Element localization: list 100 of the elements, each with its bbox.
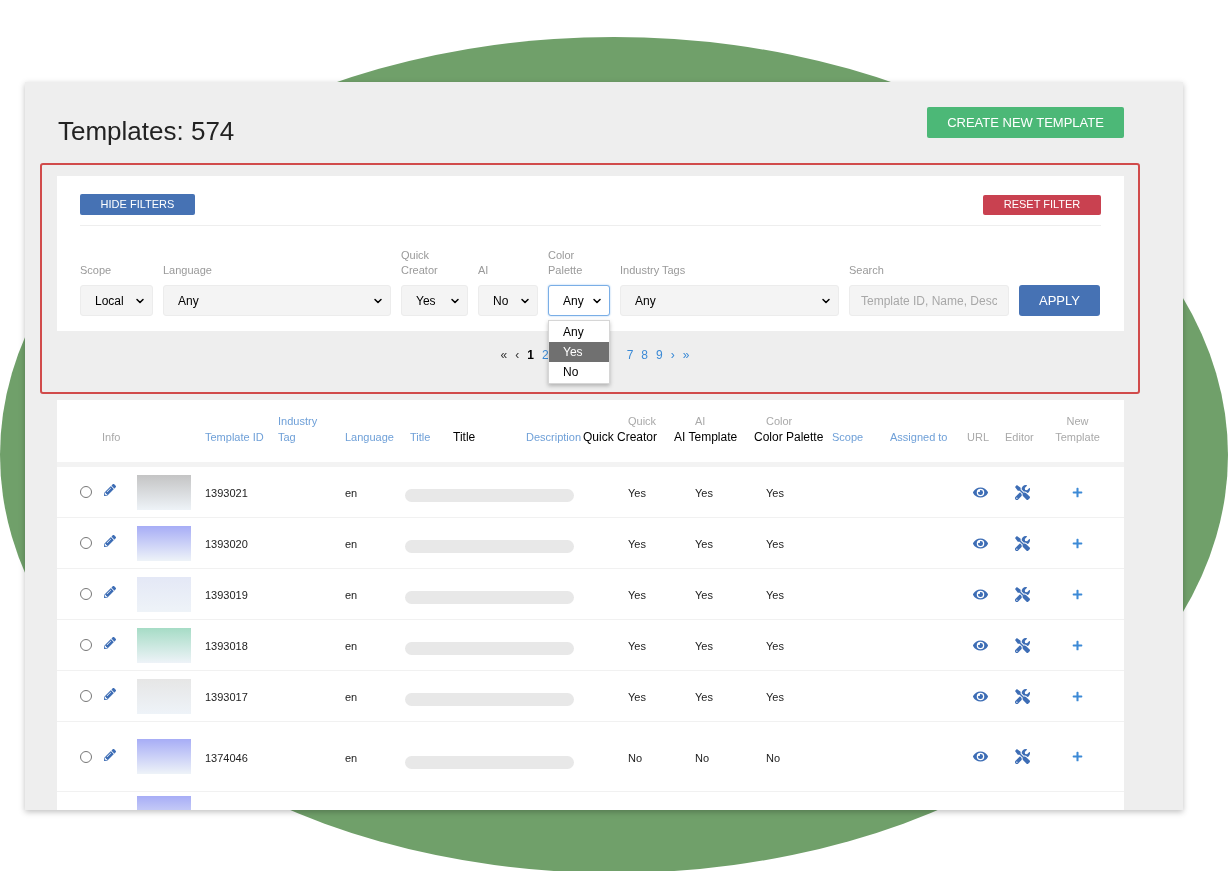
column-header[interactable]: Title (402, 429, 445, 445)
plus-icon[interactable] (1072, 751, 1083, 762)
filter-label: Quick Creator (401, 248, 439, 278)
column-header: URL (966, 430, 990, 445)
plus-icon[interactable] (1072, 537, 1083, 549)
select-field[interactable]: Any (620, 285, 839, 316)
pencil-icon[interactable] (104, 586, 116, 598)
radio-button[interactable] (80, 537, 92, 549)
pencil-icon[interactable] (104, 535, 116, 547)
color-palette-cell: Yes (766, 691, 784, 703)
dropdown-option[interactable]: Any (549, 322, 609, 342)
tools-icon[interactable] (1015, 535, 1030, 551)
column-header: Quick Creator (583, 429, 659, 445)
language-cell: en (345, 589, 358, 601)
page-link[interactable]: 8 (641, 346, 649, 364)
search-field[interactable]: Template ID, Name, Desc (849, 285, 1009, 316)
template-id: 1393019 (205, 589, 248, 601)
dropdown-option[interactable]: No (549, 362, 609, 382)
ai-template-cell: Yes (695, 538, 713, 550)
page-link[interactable]: 7 (626, 346, 634, 364)
tools-icon[interactable] (1015, 749, 1030, 764)
quick-creator-cell: No (628, 751, 643, 764)
column-header: AI Template (673, 429, 739, 445)
ai-template-cell: No (695, 751, 710, 764)
column-header: AI (694, 414, 707, 429)
language-cell: en (345, 487, 358, 499)
select-field[interactable]: Yes (401, 285, 468, 316)
tools-icon[interactable] (1015, 637, 1030, 653)
color-palette-cell: Yes (766, 589, 784, 601)
plus-icon[interactable] (1072, 690, 1083, 702)
quick-creator-cell: Yes (628, 691, 646, 703)
select-field[interactable]: Local (80, 285, 153, 316)
filter-label: Color Palette (548, 248, 584, 278)
page-link[interactable]: » (682, 346, 690, 364)
filter-label: Language (163, 263, 213, 278)
tools-icon[interactable] (1015, 586, 1030, 602)
column-header: Title (452, 429, 477, 445)
column-header: Quick (627, 414, 658, 429)
eye-icon[interactable] (972, 749, 988, 764)
quick-creator-cell: Yes (628, 538, 646, 550)
page-link[interactable]: 1 (527, 346, 534, 364)
column-header[interactable]: Description (518, 429, 583, 445)
language-cell: en (345, 640, 358, 652)
filter-label: Industry Tags (620, 263, 687, 278)
column-header: New Template (1054, 414, 1101, 445)
color-palette-cell: Yes (766, 538, 784, 550)
ai-template-cell: Yes (695, 589, 713, 601)
language-cell: en (345, 691, 358, 703)
pencil-icon[interactable] (104, 484, 116, 496)
filter-label: Search (849, 263, 885, 278)
select-field[interactable]: No (478, 285, 538, 316)
column-header[interactable]: Scope (830, 429, 885, 445)
radio-button[interactable] (80, 639, 92, 651)
ai-template-cell: Yes (695, 691, 713, 703)
pencil-icon[interactable] (104, 688, 116, 700)
filter-label: AI (478, 263, 490, 278)
dropdown-option[interactable]: Yes (549, 342, 609, 362)
page-link[interactable]: › (670, 346, 675, 364)
plus-icon[interactable] (1072, 588, 1083, 600)
language-cell: en (345, 538, 358, 550)
color-palette-cell: Yes (766, 640, 784, 652)
column-header: Color Palette (753, 429, 825, 445)
radio-button[interactable] (80, 750, 92, 763)
radio-button[interactable] (80, 690, 92, 702)
select-field[interactable]: Any (163, 285, 391, 316)
apply-button[interactable]: APPLY (1019, 285, 1100, 316)
plus-icon[interactable] (1072, 486, 1083, 498)
select-field[interactable]: Any (548, 285, 610, 316)
tools-icon[interactable] (1015, 484, 1030, 500)
template-id: 1393020 (205, 538, 248, 550)
column-header[interactable]: Template ID (197, 429, 270, 445)
ai-template-cell: Yes (695, 487, 713, 499)
reset-filter-button[interactable]: RESET FILTER (983, 194, 1101, 215)
pencil-icon[interactable] (104, 748, 116, 761)
hide-filters-button[interactable]: HIDE FILTERS (80, 194, 195, 215)
template-id: 1393021 (205, 487, 248, 499)
ai-template-cell: Yes (695, 640, 713, 652)
language-cell: en (345, 751, 358, 764)
template-id: 1374046 (205, 751, 248, 764)
quick-creator-cell: Yes (628, 487, 646, 499)
page-link[interactable]: 2 (541, 346, 549, 364)
page-title: Templates: 574 (58, 115, 235, 147)
column-header[interactable]: Language (337, 429, 402, 445)
create-template-button[interactable]: CREATE NEW TEMPLATE (927, 107, 1124, 138)
column-header[interactable]: Industry Tag (270, 413, 337, 445)
radio-button[interactable] (80, 486, 92, 498)
column-header[interactable]: Assigned to (885, 429, 960, 445)
tools-icon[interactable] (1015, 688, 1030, 704)
filter-label: Scope (80, 263, 113, 278)
quick-creator-cell: Yes (628, 640, 646, 652)
page-link[interactable]: 9 (656, 346, 663, 364)
template-id: 1393018 (205, 640, 248, 652)
color-palette-cell: Yes (766, 487, 784, 499)
template-id: 1393017 (205, 691, 248, 703)
color-palette-cell: No (766, 751, 781, 764)
radio-button[interactable] (80, 588, 92, 600)
column-header: Info (101, 430, 122, 445)
column-header: Color (765, 414, 794, 429)
plus-icon[interactable] (1072, 639, 1083, 651)
pencil-icon[interactable] (104, 637, 116, 649)
